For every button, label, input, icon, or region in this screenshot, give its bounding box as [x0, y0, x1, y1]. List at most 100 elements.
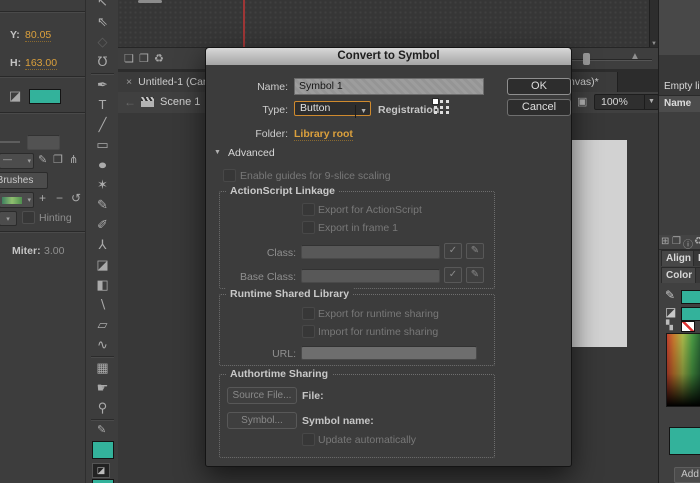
stroke-color-icon: ✎: [665, 288, 675, 302]
export-for-actionscript-checkbox: [302, 203, 315, 216]
width-tool[interactable]: ∿: [86, 335, 119, 355]
ink-bottle-tool[interactable]: ◧: [86, 275, 119, 295]
chevron-down-icon: ▼: [355, 105, 367, 118]
library-list[interactable]: [659, 112, 700, 235]
export-runtime-label: Export for runtime sharing: [318, 308, 439, 320]
delete-icon[interactable]: ♻: [694, 236, 700, 247]
folder-link[interactable]: Library root: [294, 128, 353, 141]
hinting-checkbox[interactable]: [22, 211, 35, 224]
library-empty-label: Empty library: [664, 81, 700, 92]
chevron-down-icon: ▾: [27, 157, 31, 165]
hinting-dropdown[interactable]: ▾: [0, 211, 17, 226]
miter-value[interactable]: 3.00: [44, 245, 64, 257]
paint-bucket-tool[interactable]: ◪: [86, 255, 119, 275]
base-class-field: [301, 269, 440, 283]
pencil-edit-icon[interactable]: ✎: [38, 153, 47, 166]
dialog-title[interactable]: Convert to Symbol: [206, 48, 571, 65]
cancel-button[interactable]: Cancel: [507, 99, 571, 116]
brush-tool[interactable]: ✐: [86, 215, 119, 235]
fill-color-swatch[interactable]: [681, 307, 700, 321]
tools-panel: ↖ ⇖ ◇ ℧ ✒ T ╱ ▭ ● ✶ ✎ ✐ ⅄ ◪ ◧ ∖ ▱ ∿ ▦ ☛ …: [85, 0, 120, 483]
fill-color-swatch[interactable]: [29, 89, 61, 104]
new-symbol-icon[interactable]: ⊞: [661, 236, 669, 247]
fill-color-swatch[interactable]: [92, 479, 114, 483]
advanced-disclosure-icon[interactable]: ▼: [214, 149, 221, 156]
tab-swatches[interactable]: Swatches: [695, 267, 700, 283]
add-brush-icon[interactable]: +: [39, 191, 46, 205]
bone-tool[interactable]: ⅄: [86, 235, 119, 255]
advanced-label[interactable]: Advanced: [228, 147, 275, 159]
remove-brush-icon[interactable]: −: [56, 191, 63, 205]
registration-grid[interactable]: [434, 100, 450, 114]
stroke-color-swatch[interactable]: [681, 290, 700, 304]
line-tool[interactable]: ╱: [86, 115, 119, 135]
class-field: [301, 245, 440, 259]
lasso-tool[interactable]: ℧: [86, 52, 119, 72]
url-label: URL:: [220, 348, 296, 360]
type-dropdown[interactable]: Button ▼: [294, 101, 371, 116]
subselection-tool[interactable]: ⇖: [86, 12, 119, 32]
edit-class-button: ✎: [466, 243, 484, 259]
edit-base-class-button: ✎: [466, 267, 484, 283]
new-folder-icon[interactable]: ❐: [139, 52, 149, 65]
fill-bucket-icon: ◪: [9, 88, 21, 104]
tab-align[interactable]: Align: [661, 250, 696, 266]
dock-header: [659, 0, 700, 56]
rectangle-tool[interactable]: ▭: [86, 135, 119, 155]
stroke-width-slider[interactable]: [0, 141, 20, 143]
tab-color[interactable]: Color: [661, 267, 697, 283]
no-color-icon[interactable]: [681, 321, 695, 332]
default-colors-icon[interactable]: ▚: [666, 320, 673, 331]
tab-info[interactable]: Info: [693, 250, 700, 266]
stroke-style-dropdown[interactable]: — ▾: [0, 153, 34, 169]
color-spectrum-picker[interactable]: [666, 333, 700, 407]
current-color-swatch[interactable]: [669, 427, 700, 455]
chevron-down-icon: ▾: [27, 196, 31, 204]
eraser-tool[interactable]: ▱: [86, 315, 119, 335]
close-icon[interactable]: ×: [126, 76, 132, 88]
zoom-level-dropdown[interactable]: 100% ▼: [594, 94, 659, 110]
h-value[interactable]: 163.00: [25, 57, 57, 70]
divider: [0, 76, 85, 77]
brush-preview-dropdown[interactable]: ▾: [0, 192, 34, 208]
text-tool[interactable]: T: [86, 95, 119, 115]
actionscript-linkage-group: ActionScript Linkage Export for ActionSc…: [219, 191, 495, 289]
new-layer-icon[interactable]: ❏: [124, 52, 134, 65]
pencil-tool[interactable]: ✎: [86, 195, 119, 215]
library-footer: ⊞ ❐ ⓘ ♻: [659, 235, 700, 250]
camera-tool[interactable]: ▦: [86, 358, 119, 378]
validate-class-button: ✓: [444, 243, 462, 259]
stroke-width-field[interactable]: [27, 135, 60, 150]
runtime-shared-library-group: Runtime Shared Library Export for runtim…: [219, 294, 495, 366]
y-value[interactable]: 80.05: [25, 29, 51, 42]
new-folder-icon[interactable]: ❐: [672, 236, 681, 247]
properties-icon[interactable]: ⓘ: [683, 236, 693, 251]
polystar-tool[interactable]: ✶: [86, 175, 119, 195]
stroke-color-swatch[interactable]: [92, 441, 114, 459]
stage[interactable]: [570, 140, 627, 347]
ok-button[interactable]: OK: [507, 78, 571, 95]
frame-size-slider-knob[interactable]: [583, 53, 590, 65]
pen-tool[interactable]: ✒: [86, 75, 119, 95]
application-window: Y: 80.05 H: 163.00 ◪ — ▾ ✎ ❐ ⋔ Brushes ▾…: [0, 0, 700, 483]
add-button[interactable]: Add: [674, 467, 700, 483]
copy-style-icon[interactable]: ❐: [53, 153, 63, 166]
zoom-tool[interactable]: ⚲: [86, 398, 119, 418]
nine-slice-label: Enable guides for 9-slice scaling: [240, 170, 391, 182]
pressure-icon[interactable]: ⋔: [69, 153, 78, 166]
eyedropper-tool[interactable]: ∖: [86, 295, 119, 315]
delete-layer-icon[interactable]: ♻: [154, 52, 164, 65]
oval-tool[interactable]: ●: [85, 155, 120, 175]
source-file-button: Source File...: [227, 387, 297, 404]
back-arrow-icon[interactable]: ←: [124, 95, 136, 109]
timeline-hscroll-thumb[interactable]: [138, 0, 162, 3]
brushes-button[interactable]: Brushes: [0, 172, 48, 189]
reset-brush-icon[interactable]: ↺: [71, 191, 81, 205]
document-tab-fragment[interactable]: nvas)*: [565, 72, 618, 92]
playhead[interactable]: [243, 0, 245, 47]
hand-tool[interactable]: ☛: [86, 378, 119, 398]
name-input[interactable]: Symbol 1: [294, 78, 484, 95]
runtime-shared-library-title: Runtime Shared Library: [226, 288, 353, 300]
edit-symbols-icon[interactable]: ▣: [577, 95, 587, 108]
selection-tool[interactable]: ↖: [86, 0, 119, 12]
